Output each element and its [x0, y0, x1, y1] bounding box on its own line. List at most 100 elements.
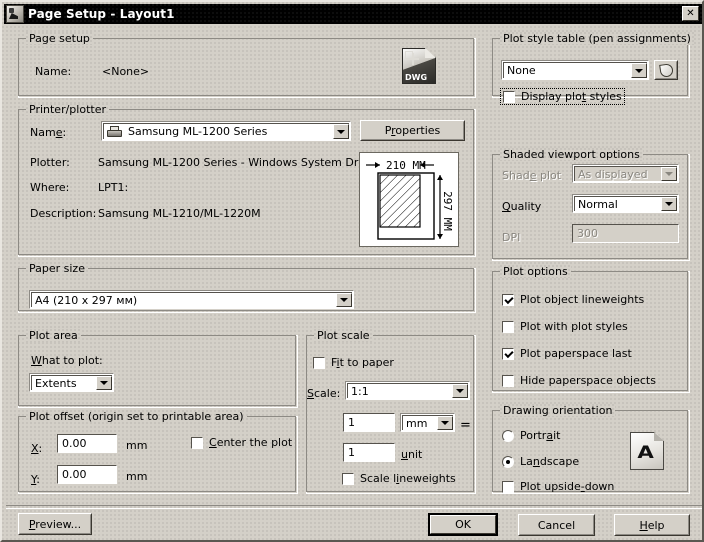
scale-lineweights-checkbox[interactable]: Scale lineweights [342, 472, 456, 485]
printer-name-label-text: Name: [30, 126, 66, 139]
preview-height-text: 297 MM [441, 191, 454, 231]
upside-down-label-b: down [585, 480, 615, 493]
dpi-value: 300 [573, 227, 598, 240]
plot-with-plot-styles-box[interactable] [502, 321, 514, 333]
landscape-page-icon: A [630, 432, 664, 470]
plot-style-table-combo[interactable]: None [501, 60, 649, 80]
landscape-icon-glyph: A [637, 445, 653, 462]
shade-plot-value: As displayed [575, 168, 661, 181]
what-to-plot-dropdown-arrow[interactable] [96, 376, 112, 390]
landscape-radio[interactable]: Landscape [502, 455, 579, 468]
plot-paperspace-last-checkbox[interactable]: Plot paperspace last [502, 347, 632, 360]
page-setup-name-label: Name: [35, 65, 71, 78]
portrait-radio-circle[interactable] [502, 430, 514, 442]
plot-with-plot-styles-checkbox[interactable]: Plot with plot styles [502, 320, 628, 333]
plot-options-group-label: Plot options [500, 265, 571, 278]
scale-equals-sign: = [460, 418, 471, 433]
offset-x-input[interactable]: 0.00 [57, 434, 117, 453]
center-the-plot-label: Center the plot [209, 436, 292, 449]
scale-unit-label: unit [401, 448, 422, 461]
shade-plot-combo: As displayed [572, 164, 679, 183]
printer-name-dropdown-arrow[interactable] [333, 124, 349, 139]
fit-to-paper-box[interactable] [313, 357, 325, 369]
quality-dropdown-arrow[interactable] [661, 197, 677, 211]
scale-lineweights-label-a: Scale l [360, 472, 396, 485]
description-value: Samsung ML-1210/ML-1220M [98, 207, 261, 220]
plotter-label: Plotter: [30, 156, 70, 169]
portrait-label-b: it [553, 429, 560, 442]
scale-value: 1:1 [348, 385, 452, 398]
scale-label: Scale: [307, 387, 340, 400]
scale-units-combo[interactable]: mm [400, 413, 455, 432]
offset-y-label: Y: [31, 473, 40, 486]
properties-button[interactable]: Properties [360, 120, 465, 141]
center-the-plot-checkbox[interactable]: Center the plot [191, 436, 292, 449]
landscape-label-b: dscape [540, 455, 579, 468]
fit-to-paper-checkbox[interactable]: Fit to paper [313, 356, 394, 369]
preview-button-label-rest: review... [35, 518, 81, 531]
scale-numerator-input[interactable]: 1 [343, 413, 395, 432]
plot-paperspace-last-label: Plot paperspace last [520, 347, 632, 360]
portrait-label-a: Portr [520, 429, 546, 442]
offset-x-label: X: [31, 442, 42, 455]
quality-combo[interactable]: Normal [572, 194, 679, 213]
shade-plot-label: Shade plot [502, 169, 561, 182]
where-value: LPT1: [98, 181, 128, 194]
what-to-plot-label-text: What to plot: [31, 354, 103, 367]
cancel-button[interactable]: Cancel [518, 514, 595, 536]
preview-button-label: Preview... [29, 518, 81, 531]
plot-style-edit-button[interactable] [654, 60, 678, 80]
fit-to-paper-label: Fit to paper [331, 356, 394, 369]
plot-style-table-value: None [504, 64, 631, 77]
center-the-plot-box[interactable] [191, 437, 203, 449]
close-icon[interactable]: ✕ [682, 6, 699, 21]
pen-edit-icon [659, 63, 673, 77]
plot-area-group: Plot area [18, 335, 298, 408]
scale-denominator-input[interactable]: 1 [343, 443, 395, 462]
hide-paperspace-objects-box[interactable] [502, 375, 514, 387]
properties-button-label: Properties [385, 124, 441, 137]
plot-upside-down-box[interactable] [502, 481, 514, 493]
paper-size-value: A4 (210 x 297 мм) [32, 294, 336, 307]
landscape-radio-circle[interactable] [502, 456, 514, 468]
where-label: Where: [30, 181, 69, 194]
preview-button[interactable]: Preview... [18, 513, 92, 535]
printer-name-label: Name: [30, 126, 66, 139]
paper-size-dropdown-arrow[interactable] [336, 293, 352, 307]
autocad-page-setup-icon [6, 5, 24, 23]
fit-to-paper-label-rest: t to paper [340, 356, 394, 369]
scale-combo[interactable]: 1:1 [345, 381, 470, 400]
plot-paperspace-last-box[interactable] [502, 348, 514, 360]
printer-name-combo[interactable]: Samsung ML-1200 Series [101, 121, 351, 141]
title-bar[interactable]: Page Setup - Layout1 ✕ [4, 4, 702, 24]
what-to-plot-combo[interactable]: Extents [29, 373, 114, 392]
hide-paperspace-objects-checkbox[interactable]: Hide paperspace objects [502, 374, 656, 387]
plot-object-lineweights-checkbox[interactable]: Plot object lineweights [502, 293, 644, 306]
plot-scale-group-label: Plot scale [314, 329, 373, 342]
portrait-radio[interactable]: Portrait [502, 429, 560, 442]
cancel-button-label: Cancel [538, 519, 575, 532]
paper-size-combo[interactable]: A4 (210 x 297 мм) [29, 290, 354, 309]
what-to-plot-label: What to plot: [31, 354, 103, 367]
scale-units-dropdown-arrow[interactable] [437, 416, 453, 430]
help-button-label: Help [639, 519, 664, 532]
display-plot-styles-box[interactable] [503, 91, 515, 103]
help-button-label-rest: elp [648, 519, 665, 532]
landscape-label-a: La [520, 455, 533, 468]
scale-dropdown-arrow[interactable] [452, 384, 468, 398]
plotter-value: Samsung ML-1200 Series - Windows System … [98, 156, 393, 169]
window-title: Page Setup - Layout1 [28, 7, 175, 21]
display-plot-styles-label-b: styles [586, 90, 622, 103]
ok-button[interactable]: OK [428, 513, 498, 536]
help-button[interactable]: Help [614, 514, 690, 536]
plot-offset-group-label: Plot offset (origin set to printable are… [26, 410, 247, 423]
shade-plot-dropdown-arrow [661, 167, 677, 181]
offset-y-input[interactable]: 0.00 [57, 465, 117, 484]
scale-lineweights-box[interactable] [342, 473, 354, 485]
plot-upside-down-checkbox[interactable]: Plot upside-down [502, 480, 614, 493]
plot-style-table-dropdown-arrow[interactable] [631, 63, 647, 78]
landscape-radio-label: Landscape [520, 455, 579, 468]
plot-with-plot-styles-label: Plot with plot styles [520, 320, 628, 333]
display-plot-styles-checkbox[interactable]: Display plot styles [502, 90, 623, 103]
plot-object-lineweights-box[interactable] [502, 294, 514, 306]
